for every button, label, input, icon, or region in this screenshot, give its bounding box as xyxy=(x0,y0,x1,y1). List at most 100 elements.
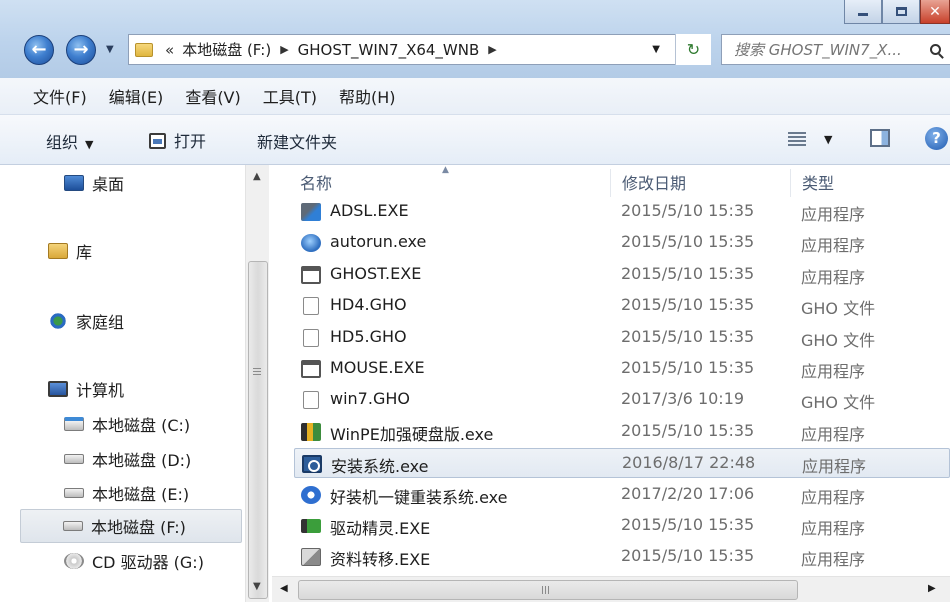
file-modified-date: 2015/5/10 15:35 xyxy=(621,515,755,534)
file-name: ADSL.EXE xyxy=(330,201,409,220)
file-row[interactable]: 安装系统.exe 2016/8/17 22:48 应用程序 xyxy=(294,448,950,479)
nav-label: 桌面 xyxy=(92,175,125,194)
nav-item-homegroup[interactable]: 家庭组 xyxy=(48,309,124,333)
file-name: win7.GHO xyxy=(330,389,410,409)
minimize-button[interactable] xyxy=(844,0,882,24)
maximize-button[interactable] xyxy=(882,0,920,24)
nav-item-desktop[interactable]: 桌面 xyxy=(64,171,124,195)
menu-file[interactable]: 文件(F) xyxy=(33,84,87,108)
back-button[interactable]: ← xyxy=(24,35,54,65)
forward-arrow-icon: → xyxy=(73,39,89,60)
file-type: 应用程序 xyxy=(801,550,866,570)
nav-label: 本地磁盘 (C:) xyxy=(92,416,191,435)
file-row[interactable]: win7.GHO 2017/3/6 10:19 GHO 文件 xyxy=(294,385,950,415)
file-name: MOUSE.EXE xyxy=(330,358,425,377)
file-type: 应用程序 xyxy=(801,424,866,444)
view-options-icon[interactable] xyxy=(788,132,806,146)
organize-label: 组织 xyxy=(46,133,79,152)
file-row[interactable]: GHOST.EXE 2015/5/10 15:35 应用程序 xyxy=(294,260,950,290)
search-input[interactable] xyxy=(734,40,930,59)
file-type: GHO 文件 xyxy=(801,299,876,319)
menu-edit[interactable]: 编辑(E) xyxy=(109,84,164,108)
file-row[interactable]: 好装机一键重装系统.exe 2017/2/20 17:06 应用程序 xyxy=(294,480,950,510)
file-type: 应用程序 xyxy=(801,519,866,538)
file-name: 好装机一键重装系统.exe xyxy=(330,487,508,507)
file-name: WinPE加强硬盘版.exe xyxy=(330,424,494,444)
nav-item-computer[interactable]: 计算机 xyxy=(48,377,124,401)
minimize-icon xyxy=(858,13,868,16)
search-box[interactable] xyxy=(721,34,950,65)
recent-pages-button[interactable]: ▼ xyxy=(106,44,114,55)
view-dropdown-icon[interactable]: ▼ xyxy=(824,133,832,146)
system-drive-icon xyxy=(64,417,84,431)
refresh-button[interactable]: ↻ xyxy=(675,34,711,65)
nav-label: 库 xyxy=(76,243,93,262)
file-row[interactable]: WinPE加强硬盘版.exe 2015/5/10 15:35 应用程序 xyxy=(294,417,950,447)
horizontal-scrollbar[interactable]: ◀ ▶ xyxy=(272,576,950,602)
file-type: 应用程序 xyxy=(801,362,866,381)
nav-item-drive-c[interactable]: 本地磁盘 (C:) xyxy=(64,412,190,436)
column-divider[interactable] xyxy=(610,169,611,197)
address-bar[interactable]: « 本地磁盘 (F:) ▶ GHOST_WIN7_X64_WNB ▶ ▼ xyxy=(128,34,711,65)
menu-tools[interactable]: 工具(T) xyxy=(263,84,317,108)
column-header-name[interactable]: 名称 xyxy=(300,165,332,199)
menu-help[interactable]: 帮助(H) xyxy=(339,84,396,108)
nav-label: 本地磁盘 (E:) xyxy=(92,485,190,504)
file-modified-date: 2016/8/17 22:48 xyxy=(622,453,756,473)
nav-item-drive-g[interactable]: CD 驱动器 (G:) xyxy=(64,549,204,573)
menu-view[interactable]: 查看(V) xyxy=(185,84,240,108)
file-type: GHO 文件 xyxy=(801,330,876,350)
file-row[interactable]: ADSL.EXE 2015/5/10 15:35 应用程序 xyxy=(294,197,950,227)
breadcrumb-separator-icon[interactable]: ▶ xyxy=(280,43,288,56)
column-header-modified[interactable]: 修改日期 xyxy=(622,165,686,199)
breadcrumb-folder[interactable]: GHOST_WIN7_X64_WNB xyxy=(298,41,480,59)
nav-item-drive-d[interactable]: 本地磁盘 (D:) xyxy=(64,447,191,471)
forward-button[interactable]: → xyxy=(66,35,96,65)
help-icon[interactable]: ? xyxy=(925,127,948,150)
file-row[interactable]: 资料转移.EXE 2015/5/10 15:35 应用程序 xyxy=(294,542,950,572)
file-row[interactable]: HD5.GHO 2015/5/10 15:35 GHO 文件 xyxy=(294,323,950,353)
column-divider[interactable] xyxy=(790,169,791,197)
scroll-up-icon[interactable]: ▲ xyxy=(253,171,261,182)
chevron-down-icon: ▼ xyxy=(85,138,94,151)
scrollbar-thumb[interactable] xyxy=(248,261,268,599)
file-row[interactable]: HD4.GHO 2015/5/10 15:35 GHO 文件 xyxy=(294,291,950,321)
file-row[interactable]: MOUSE.EXE 2015/5/10 15:35 应用程序 xyxy=(294,354,950,384)
new-folder-button[interactable]: 新建文件夹 xyxy=(257,129,337,153)
autorun-icon xyxy=(301,234,321,253)
file-modified-date: 2015/5/10 15:35 xyxy=(621,201,755,220)
nav-item-drive-f[interactable]: 本地磁盘 (F:) xyxy=(20,509,242,543)
new-folder-label: 新建文件夹 xyxy=(257,133,338,152)
breadcrumb-drive[interactable]: 本地磁盘 (F:) xyxy=(182,39,271,60)
window-controls: ✕ xyxy=(844,0,950,24)
nav-item-library[interactable]: 库 xyxy=(48,239,92,263)
file-name: 安装系统.exe xyxy=(331,457,429,477)
open-button[interactable]: 打开 xyxy=(149,128,206,152)
close-button[interactable]: ✕ xyxy=(920,0,950,24)
scroll-right-icon[interactable]: ▶ xyxy=(928,583,936,594)
scrollbar-grip-icon xyxy=(542,586,551,594)
file-modified-date: 2017/3/6 10:19 xyxy=(621,389,745,409)
address-dropdown-icon[interactable]: ▼ xyxy=(652,44,660,55)
computer-icon xyxy=(48,381,68,397)
file-type: 应用程序 xyxy=(801,236,866,256)
sort-ascending-icon: ▲ xyxy=(442,165,449,175)
preview-pane-icon[interactable] xyxy=(870,129,890,147)
file-row[interactable]: 驱动精灵.EXE 2015/5/10 15:35 应用程序 xyxy=(294,511,950,541)
scroll-left-icon[interactable]: ◀ xyxy=(280,583,288,594)
drive-icon xyxy=(64,454,84,464)
nav-item-drive-e[interactable]: 本地磁盘 (E:) xyxy=(64,481,189,505)
file-modified-date: 2017/2/20 17:06 xyxy=(621,483,755,503)
nav-pane-scrollbar[interactable]: ▲ ▼ xyxy=(245,165,269,602)
file-row[interactable]: autorun.exe 2015/5/10 15:35 应用程序 xyxy=(294,228,950,258)
breadcrumb-separator-icon[interactable]: ▶ xyxy=(488,43,496,56)
organize-button[interactable]: 组织 ▼ xyxy=(46,129,93,153)
search-icon[interactable] xyxy=(930,44,941,55)
column-header-type[interactable]: 类型 xyxy=(802,165,834,199)
breadcrumb-overflow-icon[interactable]: « xyxy=(165,41,174,59)
file-modified-date: 2015/5/10 15:35 xyxy=(621,232,755,252)
network-exe-icon xyxy=(301,203,321,221)
title-bar: ✕ ← → ▼ « 本地磁盘 (F:) ▶ GHOST_WIN7_X64_WNB… xyxy=(0,0,950,78)
blank-file-icon xyxy=(303,297,319,316)
scroll-down-icon[interactable]: ▼ xyxy=(253,581,261,592)
